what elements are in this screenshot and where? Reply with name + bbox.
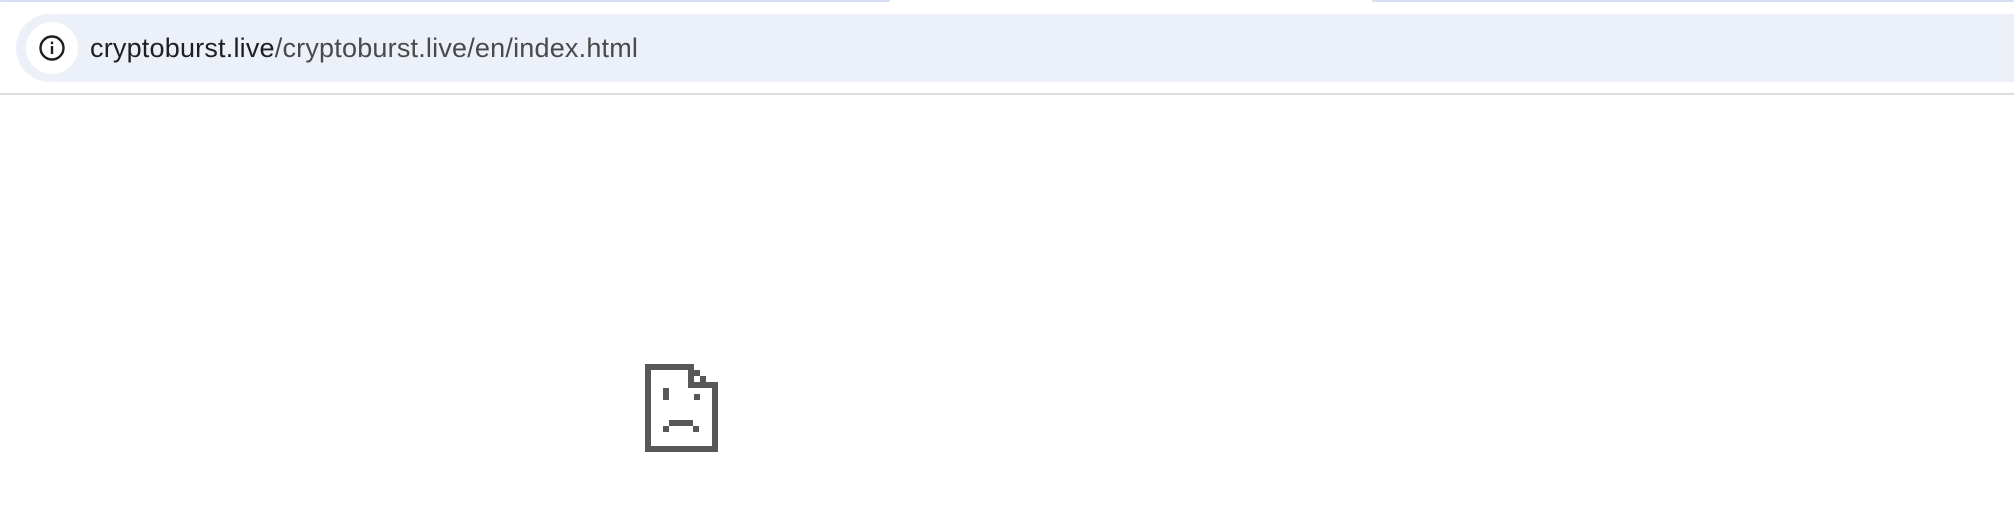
url-text[interactable]: cryptoburst.live/cryptoburst.live/en/ind…	[90, 30, 638, 66]
tab-strip-edge	[0, 0, 2014, 14]
tab-edge-right	[1372, 0, 2014, 2]
page-content	[0, 95, 2014, 528]
url-path: /cryptoburst.live/en/index.html	[274, 33, 639, 63]
info-circle-icon	[38, 34, 66, 62]
url-host: cryptoburst.live	[90, 33, 275, 63]
sad-page-error-icon	[645, 364, 718, 452]
site-info-button[interactable]	[26, 22, 78, 74]
tab-edge-left	[0, 0, 890, 2]
